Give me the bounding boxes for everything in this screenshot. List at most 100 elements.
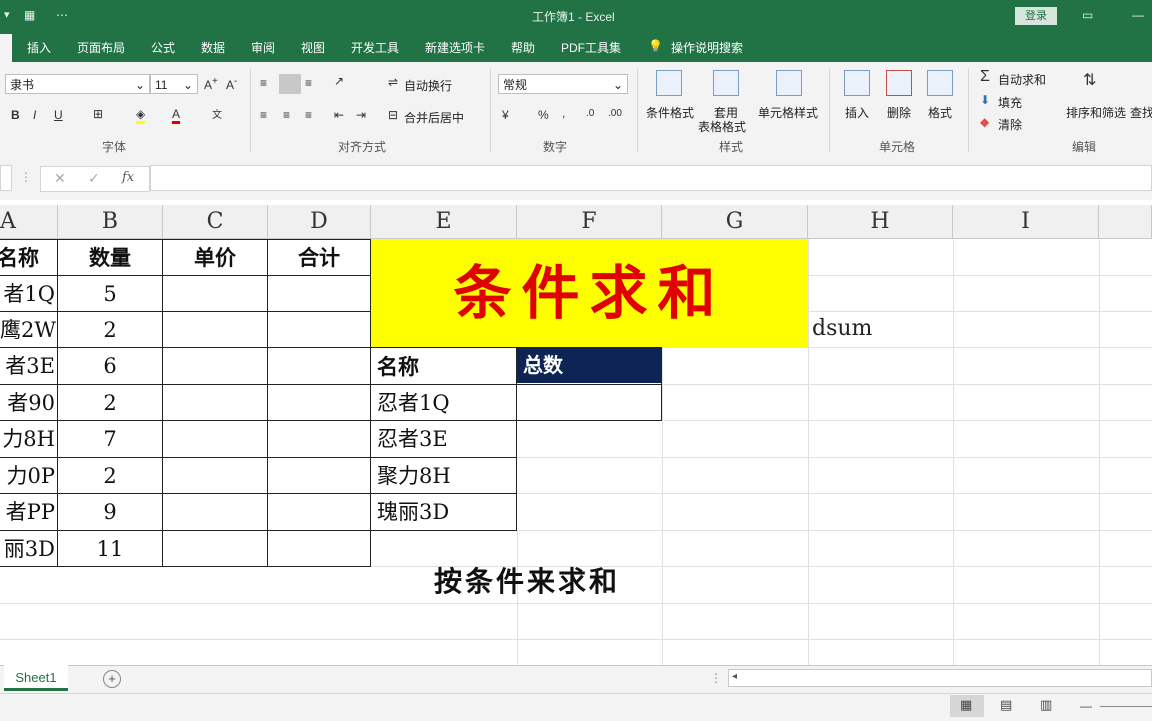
wrap-text-icon[interactable]: ⇌ bbox=[388, 75, 398, 89]
sort-filter-button[interactable]: 排序和筛选 bbox=[1066, 104, 1126, 121]
cell-a3[interactable]: 鹰2W bbox=[0, 312, 57, 347]
ribbon-display-icon[interactable]: ▭ bbox=[1082, 8, 1093, 22]
orientation-icon[interactable]: ↗ bbox=[334, 74, 344, 88]
table-format-icon[interactable] bbox=[713, 70, 739, 96]
decrease-indent-icon[interactable]: ⇤ bbox=[334, 108, 344, 122]
column-header-c[interactable]: C bbox=[163, 205, 268, 239]
autosum-icon[interactable]: Σ bbox=[980, 68, 990, 86]
column-header-f[interactable]: F bbox=[517, 205, 662, 239]
cell-e4[interactable]: 名称 bbox=[377, 349, 515, 384]
cell-a1[interactable]: 名称 bbox=[0, 240, 57, 275]
cell-b5[interactable]: 2 bbox=[58, 385, 162, 420]
sort-filter-icon[interactable]: ⇅ bbox=[1083, 70, 1096, 90]
eraser-icon[interactable]: ◆ bbox=[980, 115, 989, 129]
find-button[interactable]: 查找 bbox=[1130, 104, 1152, 121]
quick-access-icon[interactable]: ▾ bbox=[4, 8, 10, 21]
delete-cells-icon[interactable] bbox=[886, 70, 912, 96]
cell-e8[interactable]: 瑰丽3D bbox=[377, 494, 515, 530]
wrap-text-button[interactable]: 自动换行 bbox=[404, 77, 452, 94]
tab-formulas[interactable]: 公式 bbox=[151, 39, 175, 56]
comma-button[interactable]: , bbox=[562, 106, 565, 120]
column-header-d[interactable]: D bbox=[268, 205, 371, 239]
dsum-note[interactable]: dsum bbox=[812, 316, 872, 341]
cell-b8[interactable]: 9 bbox=[58, 494, 162, 530]
tab-home[interactable] bbox=[0, 34, 12, 62]
tab-help[interactable]: 帮助 bbox=[511, 39, 535, 56]
phonetic-icon[interactable]: 文 bbox=[212, 106, 222, 121]
tab-pdf-tools[interactable]: PDF工具集 bbox=[561, 39, 621, 56]
column-header-b[interactable]: B bbox=[58, 205, 163, 239]
tell-me-search[interactable]: 操作说明搜索 bbox=[671, 39, 743, 56]
formula-input[interactable] bbox=[150, 165, 1152, 191]
tab-insert[interactable]: 插入 bbox=[27, 39, 51, 56]
page-layout-view-icon[interactable]: ▤ bbox=[1000, 697, 1012, 713]
shrink-font-icon[interactable]: A- bbox=[226, 76, 237, 92]
currency-icon[interactable]: ¥ bbox=[502, 108, 509, 122]
enter-icon[interactable]: ✓ bbox=[88, 170, 100, 187]
cell-b6[interactable]: 7 bbox=[58, 421, 162, 457]
merge-center-button[interactable]: 合并后居中 bbox=[404, 109, 464, 126]
conditional-format-button[interactable]: 条件格式 bbox=[646, 104, 694, 121]
cell-a8[interactable]: 者PP bbox=[0, 494, 57, 530]
cell-a7[interactable]: 力0P bbox=[0, 458, 57, 493]
autosum-button[interactable]: 自动求和 bbox=[998, 71, 1046, 88]
delete-cells-button[interactable]: 删除 bbox=[887, 104, 911, 121]
format-cells-icon[interactable] bbox=[927, 70, 953, 96]
insert-function-button[interactable]: fx bbox=[122, 170, 134, 185]
cell-b2[interactable]: 5 bbox=[58, 276, 162, 311]
increase-decimal-icon[interactable]: .0 bbox=[586, 108, 594, 119]
cell-a9[interactable]: 丽3D bbox=[0, 531, 57, 566]
fill-down-icon[interactable]: ⬇ bbox=[980, 93, 990, 107]
cell-a5[interactable]: 者90 bbox=[0, 385, 57, 420]
login-button[interactable]: 登录 bbox=[1015, 7, 1057, 25]
column-header-a[interactable]: A bbox=[0, 205, 58, 239]
clear-button[interactable]: 清除 bbox=[998, 116, 1022, 133]
cell-a4[interactable]: 者3E bbox=[0, 348, 57, 384]
fill-button[interactable]: 填充 bbox=[998, 94, 1022, 111]
add-sheet-icon[interactable]: + bbox=[103, 670, 121, 688]
cell-b4[interactable]: 6 bbox=[58, 348, 162, 384]
touch-mode-icon[interactable]: ▦ bbox=[24, 8, 35, 22]
cell-f5-total-value[interactable] bbox=[518, 385, 661, 420]
tab-developer[interactable]: 开发工具 bbox=[351, 39, 399, 56]
table-format-button-line2[interactable]: 表格格式 bbox=[698, 118, 746, 135]
zoom-slider[interactable] bbox=[1100, 706, 1152, 707]
name-box[interactable] bbox=[0, 165, 12, 191]
minimize-icon[interactable]: — bbox=[1132, 8, 1144, 22]
cell-c1[interactable]: 单价 bbox=[163, 240, 267, 275]
cancel-icon[interactable]: ✕ bbox=[54, 170, 66, 187]
scroll-left-icon[interactable]: ◂ bbox=[732, 671, 737, 682]
zoom-out-icon[interactable]: — bbox=[1080, 699, 1092, 713]
font-size-dropdown[interactable]: 11 ⌄ bbox=[150, 74, 198, 94]
italic-button[interactable]: I bbox=[33, 108, 36, 122]
percent-button[interactable]: % bbox=[538, 108, 549, 122]
tab-page-layout[interactable]: 页面布局 bbox=[77, 39, 125, 56]
cell-styles-icon[interactable] bbox=[776, 70, 802, 96]
column-header-j[interactable] bbox=[1099, 205, 1152, 239]
increase-indent-icon[interactable]: ⇥ bbox=[356, 108, 366, 122]
merge-icon[interactable]: ⊟ bbox=[388, 108, 398, 122]
conditional-format-icon[interactable] bbox=[656, 70, 682, 96]
customize-toolbar-icon[interactable]: ⋯ bbox=[56, 8, 68, 22]
underline-button[interactable]: U bbox=[54, 108, 63, 122]
align-left-icon[interactable]: ≡ bbox=[260, 108, 267, 122]
sheet-tab-sheet1[interactable]: Sheet1 bbox=[4, 665, 68, 691]
insert-cells-button[interactable]: 插入 bbox=[845, 104, 869, 121]
cell-a6[interactable]: 力8H bbox=[0, 421, 57, 457]
fill-color-icon[interactable]: ◈ bbox=[136, 107, 146, 124]
decrease-decimal-icon[interactable]: .00 bbox=[608, 108, 622, 119]
font-name-dropdown[interactable]: 隶书 ⌄ bbox=[5, 74, 150, 94]
font-color-icon[interactable]: A bbox=[172, 107, 181, 124]
tab-new[interactable]: 新建选项卡 bbox=[425, 39, 485, 56]
align-center-icon[interactable]: ≡ bbox=[283, 108, 290, 122]
column-header-i[interactable]: I bbox=[953, 205, 1099, 239]
cell-b1[interactable]: 数量 bbox=[58, 240, 162, 275]
format-cells-button[interactable]: 格式 bbox=[928, 104, 952, 121]
cell-e7[interactable]: 聚力8H bbox=[377, 458, 515, 493]
cell-styles-button[interactable]: 单元格样式 bbox=[758, 104, 818, 121]
grow-font-icon[interactable]: A+ bbox=[204, 76, 218, 92]
cell-a2[interactable]: 者1Q bbox=[0, 276, 57, 311]
horizontal-scrollbar[interactable] bbox=[728, 669, 1152, 687]
cell-f4-total-header[interactable]: 总数 bbox=[517, 348, 662, 383]
cell-e5[interactable]: 忍者1Q bbox=[377, 385, 515, 420]
